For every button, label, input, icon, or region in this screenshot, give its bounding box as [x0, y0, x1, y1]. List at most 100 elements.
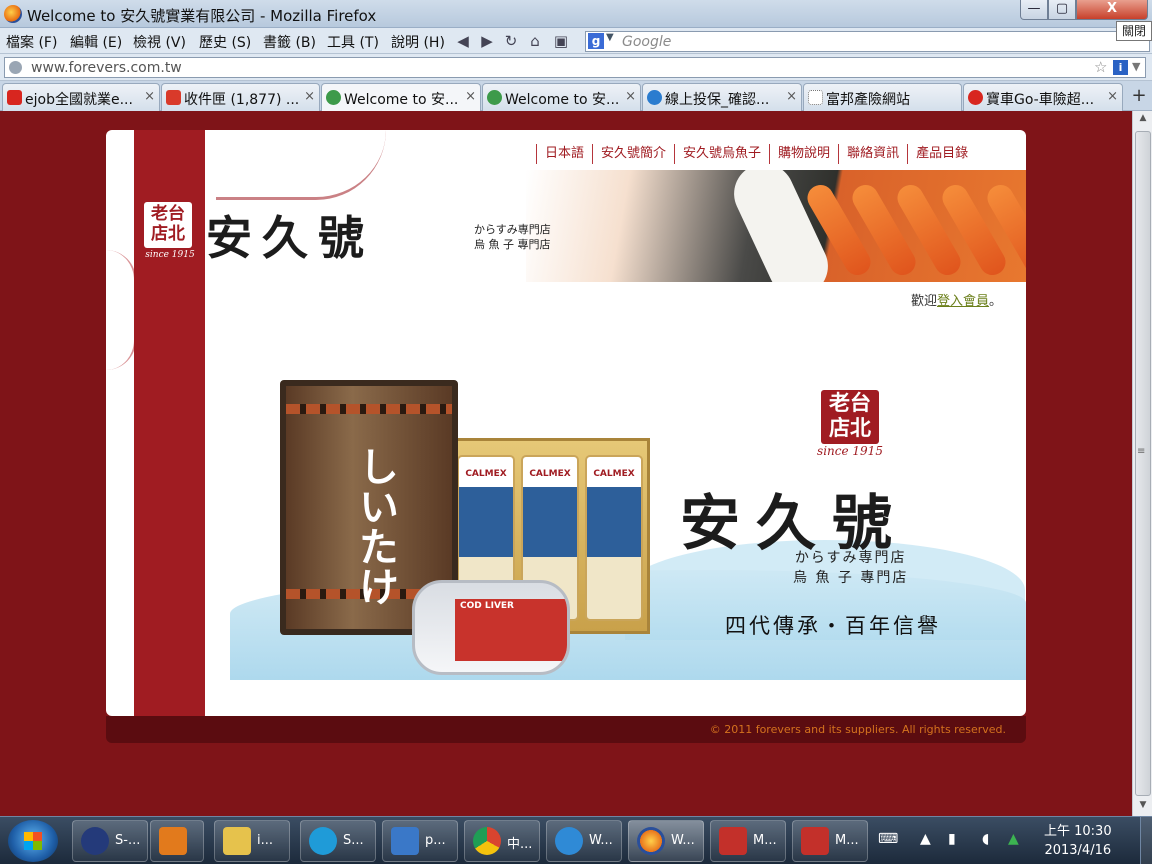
nav-catalog[interactable]: 產品目錄	[907, 144, 976, 164]
nav-about[interactable]: 安久號簡介	[592, 144, 674, 164]
taskbar-item-m2[interactable]: M...	[792, 820, 868, 862]
hero-subtitle-jp: からすみ専門店	[794, 550, 907, 566]
show-desktop-button[interactable]	[1140, 817, 1152, 864]
minimize-button[interactable]: —	[1020, 0, 1048, 20]
tab-gmail[interactable]: 收件匣 (1,877) ... ×	[161, 83, 320, 111]
tab-close-icon[interactable]: ×	[144, 89, 155, 104]
scroll-up-icon[interactable]: ▲	[1136, 113, 1150, 127]
nav-japanese[interactable]: 日本語	[536, 144, 592, 164]
forward-icon[interactable]: ▶	[478, 32, 496, 50]
taskbar-label: p...	[425, 833, 446, 848]
can-image: CALMEX	[585, 455, 643, 621]
google-engine-icon[interactable]: g	[588, 33, 604, 49]
network-icon[interactable]: ▮	[948, 831, 956, 847]
menu-help[interactable]: 說明 (H)	[391, 32, 445, 52]
header-brand[interactable]: 安久號	[206, 202, 374, 268]
tab-fubon[interactable]: 富邦產險網站	[803, 83, 962, 111]
ie-favicon-icon	[647, 90, 662, 105]
hero-seal-text: 老台店北	[821, 390, 879, 444]
url-bar: www.forevers.com.tw ☆ i ▼	[0, 54, 1152, 81]
taskbar-item-explorer[interactable]: i...	[214, 820, 290, 862]
can-label: CALMEX	[529, 469, 571, 479]
address-field[interactable]: www.forevers.com.tw ☆ i ▼	[4, 57, 1146, 78]
taskbar-item-p[interactable]: p...	[382, 820, 458, 862]
search-placeholder: Google	[622, 34, 672, 50]
taskbar-item-ie[interactable]: W...	[546, 820, 622, 862]
page-viewport: 老台店北 since 1915 日本語 安久號簡介 安久號烏魚子 購物說明 聯絡資訊 產品…	[0, 111, 1132, 816]
search-input[interactable]: g ▼ Google	[585, 31, 1150, 52]
vertical-scrollbar[interactable]: ▲ ≡ ▼	[1132, 111, 1152, 816]
new-tab-button[interactable]: +	[1128, 83, 1150, 111]
welcome-suffix: 。	[989, 294, 1003, 309]
member-login-link[interactable]: 登入會員	[937, 294, 989, 309]
url-text[interactable]: www.forevers.com.tw	[31, 60, 182, 76]
star-app-icon	[81, 827, 109, 855]
drive-icon[interactable]: ▲	[1008, 831, 1019, 847]
reload-icon[interactable]: ↻	[502, 32, 520, 50]
subtitle-zh: 烏 魚 子 專門店	[474, 238, 551, 251]
media-player-icon	[159, 827, 187, 855]
tab-close-icon[interactable]: ×	[465, 89, 476, 104]
engine-dropdown-icon[interactable]: ▼	[606, 32, 614, 43]
tab-close-icon[interactable]: ×	[1107, 89, 1118, 104]
tab-bar: ejob全國就業e... × 收件匣 (1,877) ... × Welcome…	[0, 81, 1152, 111]
url-dropdown-icon[interactable]: ▼	[1132, 60, 1140, 73]
bookmark-page-icon[interactable]: ▣	[552, 32, 570, 50]
tab-close-icon[interactable]: ×	[304, 89, 315, 104]
bag-stripe	[286, 404, 452, 414]
tab-welcome[interactable]: Welcome to 安... ×	[482, 83, 641, 111]
taskbar-item-skype[interactable]: S...	[300, 820, 376, 862]
menu-file[interactable]: 檔案 (F)	[6, 32, 57, 52]
tab-label: 線上投保_確認...	[665, 92, 770, 108]
firefox-icon	[637, 827, 665, 855]
home-icon[interactable]: ⌂	[526, 32, 544, 50]
close-button[interactable]: X	[1076, 0, 1148, 20]
scroll-thumb[interactable]	[1135, 131, 1151, 796]
site-identity-icon[interactable]	[9, 61, 22, 74]
tab-close-icon[interactable]: ×	[625, 89, 636, 104]
taskbar-item-m1[interactable]: M...	[710, 820, 786, 862]
taskbar-item-media[interactable]	[150, 820, 204, 862]
nav-mullet-roe[interactable]: 安久號烏魚子	[674, 144, 769, 164]
strip-seal-logo[interactable]: 老台店北 since 1915	[144, 202, 196, 262]
menu-history[interactable]: 歷史 (S)	[199, 32, 251, 52]
menu-view[interactable]: 檢視 (V)	[133, 32, 186, 52]
site-card: 老台店北 since 1915 日本語 安久號簡介 安久號烏魚子 購物說明 聯絡資訊 產品…	[106, 130, 1026, 716]
taskbar-label: S-...	[115, 833, 141, 848]
chrome-icon	[473, 827, 501, 855]
info-icon[interactable]: i	[1113, 60, 1128, 75]
image-app-icon	[801, 827, 829, 855]
tab-insurance[interactable]: 線上投保_確認... ×	[642, 83, 802, 111]
keyboard-icon[interactable]: ⌨	[878, 831, 898, 847]
volume-icon[interactable]: ◖	[982, 831, 989, 847]
flower-favicon-icon	[968, 90, 983, 105]
start-button[interactable]	[8, 820, 58, 862]
tab-label: 寶車Go-車險超...	[986, 92, 1095, 108]
tab-ejob[interactable]: ejob全國就業e... ×	[2, 83, 160, 111]
nav-contact[interactable]: 聯絡資訊	[838, 144, 907, 164]
skype-icon	[309, 827, 337, 855]
menu-edit[interactable]: 編輯 (E)	[70, 32, 122, 52]
tin-label-text: COD LIVER	[460, 601, 514, 611]
bookmark-star-icon[interactable]: ☆	[1094, 58, 1107, 76]
scroll-down-icon[interactable]: ▼	[1136, 800, 1150, 814]
taskbar-item-s[interactable]: S-...	[72, 820, 148, 862]
maximize-button[interactable]: ▢	[1048, 0, 1076, 20]
window-title: Welcome to 安久號實業有限公司 - Mozilla Firefox	[27, 7, 377, 25]
tray-expand-icon[interactable]: ▲	[920, 831, 931, 847]
window-titlebar[interactable]: Welcome to 安久號實業有限公司 - Mozilla Firefox —…	[0, 0, 1152, 28]
menu-tools[interactable]: 工具 (T)	[327, 32, 379, 52]
folder-icon	[223, 827, 251, 855]
back-icon[interactable]: ◀	[454, 32, 472, 50]
globe-favicon-icon	[326, 90, 341, 105]
menu-bookmarks[interactable]: 書籤 (B)	[263, 32, 316, 52]
clock-time: 上午 10:30	[1044, 824, 1112, 839]
tab-welcome-active[interactable]: Welcome to 安... ×	[321, 83, 481, 111]
system-clock[interactable]: 上午 10:30 2013/4/16	[1044, 822, 1112, 860]
tab-label: 富邦產險網站	[826, 92, 910, 108]
nav-shopping-guide[interactable]: 購物說明	[769, 144, 838, 164]
tab-close-icon[interactable]: ×	[786, 89, 797, 104]
taskbar-item-firefox[interactable]: W...	[628, 820, 704, 862]
taskbar-item-chrome[interactable]: 中...	[464, 820, 540, 862]
tab-car-insurance[interactable]: 寶車Go-車險超... ×	[963, 83, 1123, 111]
